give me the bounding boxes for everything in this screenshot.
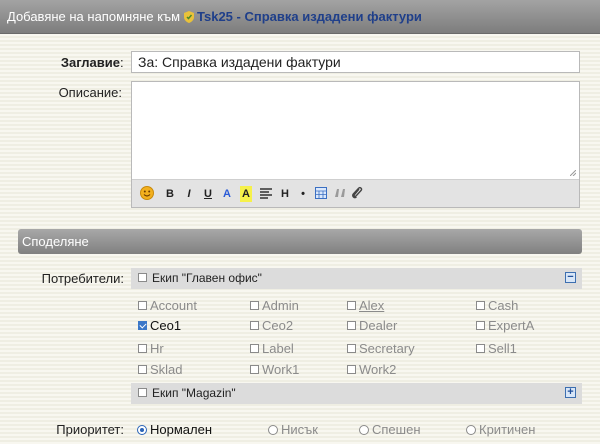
users-label: Потребители:: [41, 271, 124, 286]
header-prefix: Добавяне на напомняне към: [7, 9, 181, 24]
table-icon[interactable]: [315, 187, 327, 199]
group-magazin-checkbox[interactable]: [138, 388, 147, 397]
bold-button[interactable]: B: [165, 186, 175, 202]
editor-toolbar: B I U A A H •: [132, 179, 579, 207]
task-shield-icon: [184, 11, 195, 23]
collapse-icon[interactable]: −: [565, 272, 576, 283]
group-main-office: Екип "Главен офис" −: [131, 268, 582, 289]
dialog-header: Добавяне на напомняне към Tsk25 - Справка…: [0, 0, 600, 34]
quote-icon[interactable]: [334, 188, 346, 198]
description-editor: B I U A A H •: [131, 81, 580, 208]
group-magazin-label: Екип "Magazin": [152, 386, 236, 400]
sharing-section-header: Споделяне: [18, 229, 582, 254]
title-label: Заглавие: [60, 55, 120, 70]
bullet-list-button[interactable]: •: [298, 186, 308, 202]
group-main-office-label: Екип "Главен офис": [152, 271, 262, 285]
group-magazin: Екип "Magazin" +: [131, 383, 582, 404]
heading-button[interactable]: H: [280, 186, 290, 202]
title-label-colon: :: [120, 55, 124, 70]
group-main-office-checkbox[interactable]: [138, 273, 147, 282]
task-link[interactable]: Tsk25 - Справка издадени фактури: [197, 9, 422, 24]
title-input[interactable]: [131, 51, 580, 73]
expand-icon[interactable]: +: [565, 387, 576, 398]
attachment-icon[interactable]: [351, 186, 363, 200]
description-label: Описание:: [58, 85, 122, 100]
resize-grip-icon[interactable]: [570, 170, 576, 176]
text-color-button[interactable]: A: [222, 186, 232, 202]
italic-button[interactable]: I: [184, 186, 194, 202]
description-textarea[interactable]: [132, 82, 579, 179]
priority-label: Приоритет:: [56, 422, 124, 437]
underline-button[interactable]: U: [203, 186, 213, 202]
align-icon[interactable]: [260, 188, 272, 199]
emoji-icon[interactable]: [140, 186, 154, 200]
highlight-button[interactable]: A: [240, 186, 252, 202]
